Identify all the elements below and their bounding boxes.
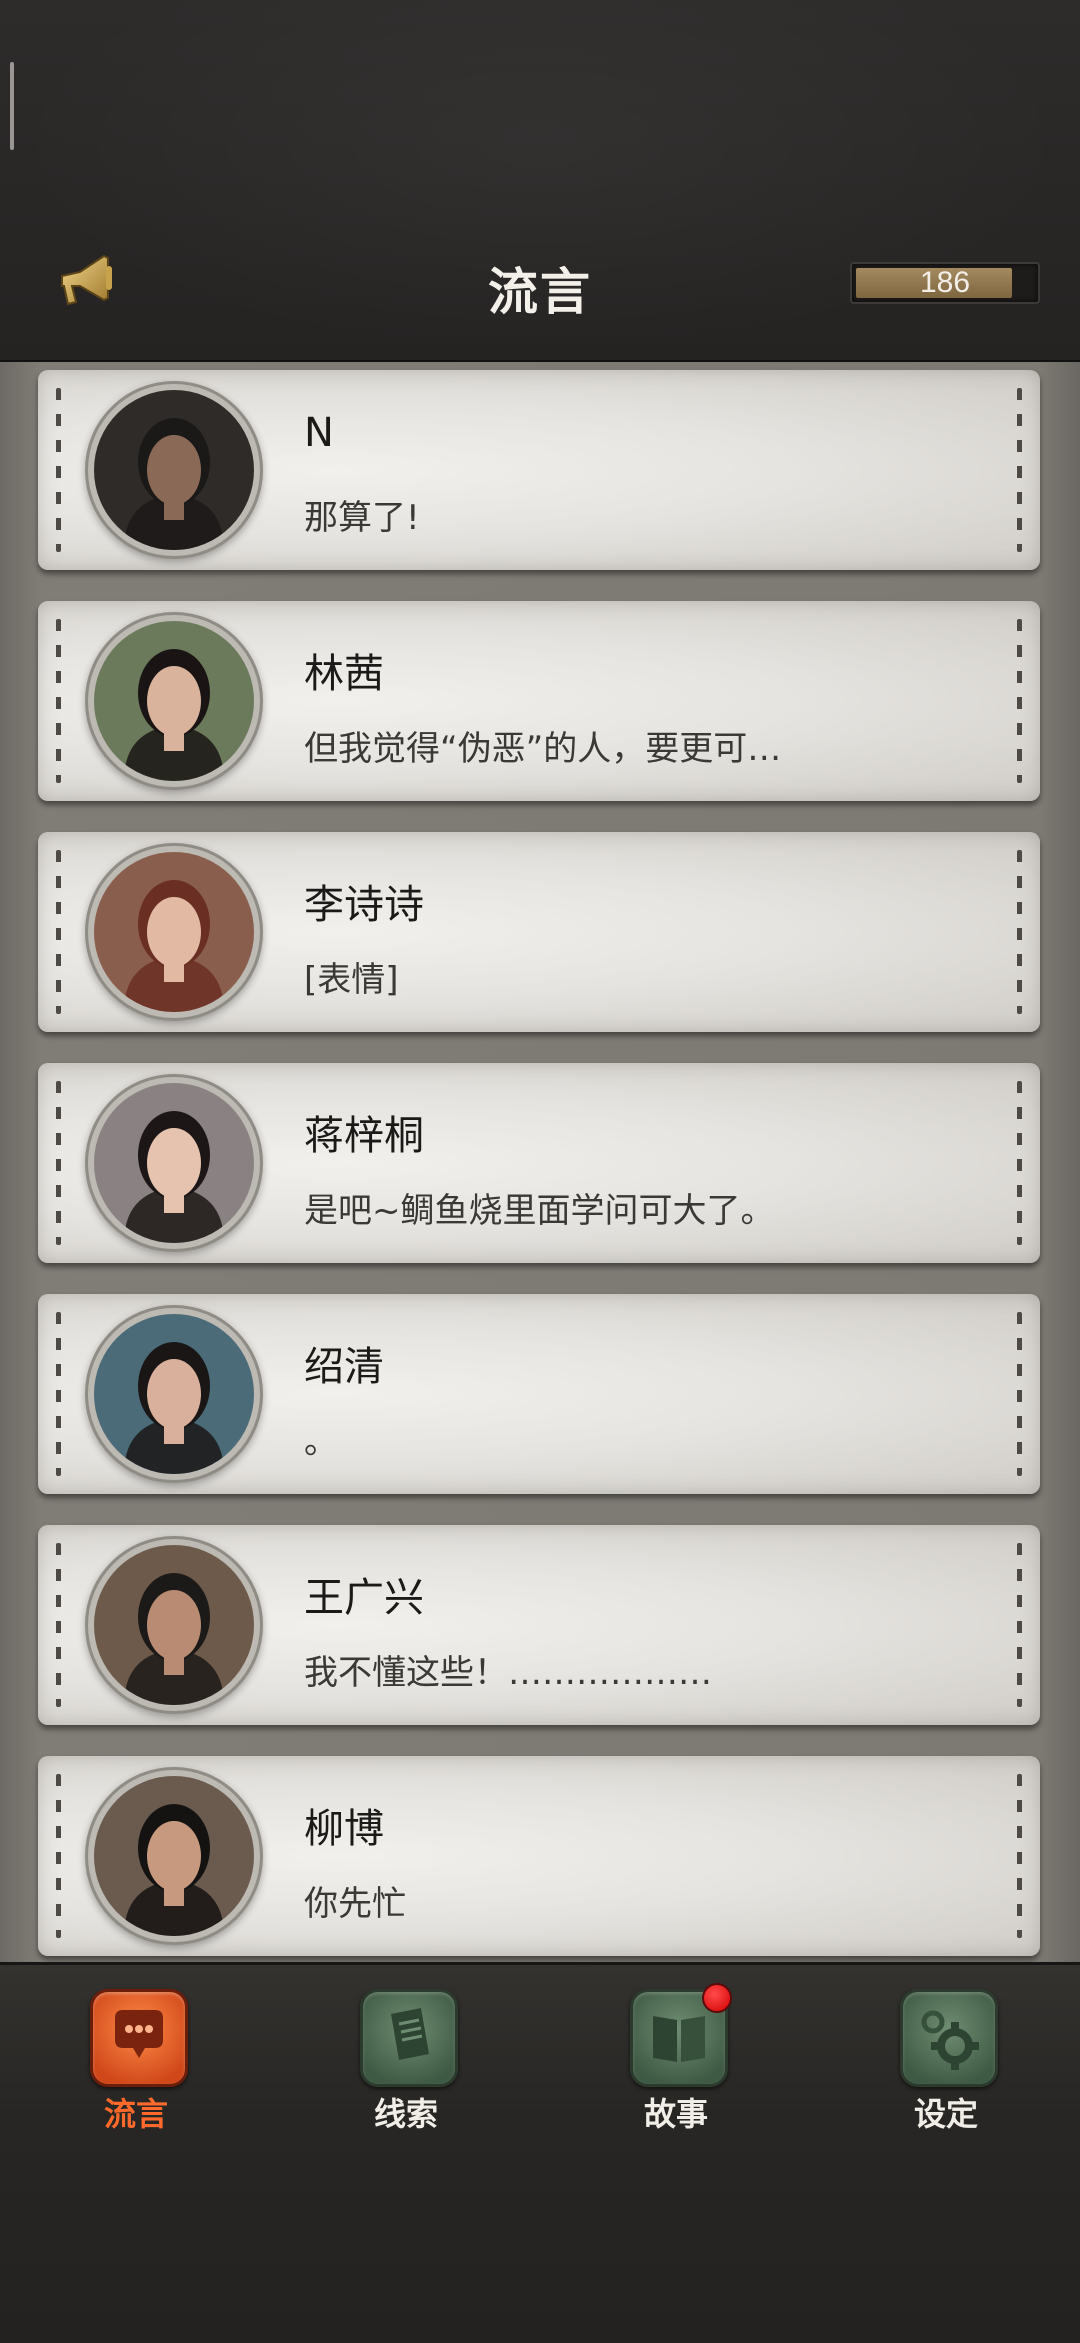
tab-label: 故事 (643, 2095, 708, 2133)
tab-label: 设定 (913, 2095, 978, 2133)
chat-bubble-icon[interactable] (90, 1989, 188, 2087)
avatar (94, 621, 254, 781)
gear-icon[interactable] (900, 1989, 998, 2087)
tab-label: 线索 (373, 2095, 438, 2133)
avatar (94, 1545, 254, 1705)
contact-last-message: 我不懂这些！……………… (304, 1653, 712, 1693)
contact-name: 王广兴 (304, 1575, 424, 1621)
contact-last-message: 那算了! (304, 498, 420, 538)
tab-story[interactable]: 故事 (606, 1983, 746, 2139)
contact-card[interactable]: N 那算了! (38, 370, 1040, 570)
contact-card[interactable]: 柳博 你先忙 (38, 1756, 1040, 1956)
avatar (94, 1314, 254, 1474)
avatar (94, 390, 254, 550)
contact-card[interactable]: 林茜 但我觉得“伪恶”的人，要更可… (38, 601, 1040, 801)
contact-name: 林茜 (304, 651, 384, 697)
rumor-list[interactable]: N 那算了! 林茜 但我觉得“伪恶”的人，要更可… 李诗诗 [表情] 蒋梓桐 是… (0, 362, 1080, 1962)
counter-bar: 186 (850, 262, 1040, 304)
contact-name: 李诗诗 (304, 882, 424, 928)
contact-card[interactable]: 蒋梓桐 是吧~鲷鱼烧里面学问可大了。 (38, 1063, 1040, 1263)
avatar (94, 1083, 254, 1243)
counter-value: 186 (919, 266, 971, 299)
contact-name: N (304, 410, 334, 456)
tab-settings[interactable]: 设定 (876, 1989, 1016, 2139)
contact-card[interactable]: 王广兴 我不懂这些！……………… (38, 1525, 1040, 1725)
contact-last-message: 你先忙 (304, 1884, 406, 1924)
header: 流言 186 (0, 0, 1080, 362)
tab-label: 流言 (103, 2095, 168, 2133)
contact-last-message: [表情] (304, 960, 399, 1000)
bottom-nav: 流言 线索 故事 设定 (0, 1962, 1080, 2343)
contact-last-message: 。 (304, 1422, 338, 1462)
tab-clues[interactable]: 线索 (336, 1989, 476, 2139)
contact-last-message: 但我觉得“伪恶”的人，要更可… (304, 729, 782, 769)
avatar (94, 1776, 254, 1936)
notification-badge (702, 1983, 732, 2013)
contact-card[interactable]: 李诗诗 [表情] (38, 832, 1040, 1032)
contact-card[interactable]: 绍清 。 (38, 1294, 1040, 1494)
status-cursor (10, 62, 14, 150)
contact-name: 绍清 (304, 1344, 384, 1390)
contact-name: 柳博 (304, 1806, 384, 1852)
contact-name: 蒋梓桐 (304, 1113, 424, 1159)
contact-last-message: 是吧~鲷鱼烧里面学问可大了。 (304, 1191, 775, 1231)
tab-rumors[interactable]: 流言 (66, 1989, 206, 2139)
avatar (94, 852, 254, 1012)
document-icon[interactable] (360, 1989, 458, 2087)
